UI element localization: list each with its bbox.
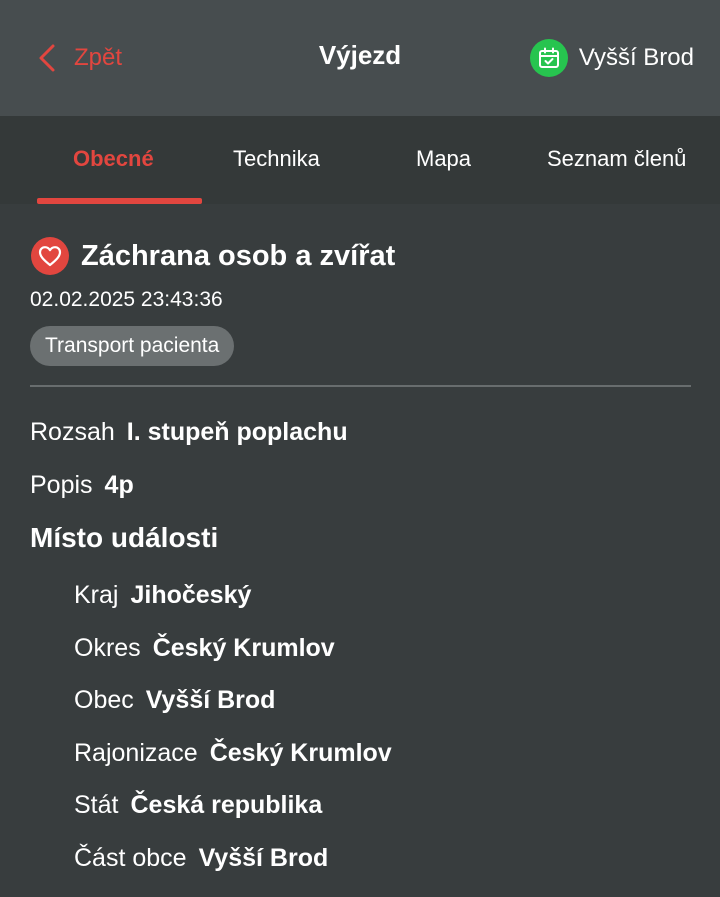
field-value: Vyšší Brod [198,844,329,872]
station-label: Vyšší Brod [578,44,694,71]
location-field-okres: Okres Český Krumlov [74,634,335,663]
incident-datetime: 02.02.2025 23:43:36 [30,288,223,311]
detail-popis: Popis 4p [30,471,134,500]
tab-seznam-clenu[interactable]: Seznam členů [547,116,686,204]
field-label: Část obce [74,844,187,872]
field-label: Obec [74,686,134,714]
detail-label: Rozsah [30,418,115,446]
location-section-title: Místo události [30,522,219,553]
incident-title: Záchrana osob a zvířat [81,239,396,272]
detail-rozsah: Rozsah I. stupeň poplachu [30,418,348,447]
field-value: Jihočeský [130,581,252,609]
incident-heading: Záchrana osob a zvířat [31,237,395,275]
active-tab-indicator [37,198,202,204]
detail-label: Popis [30,471,93,499]
calendar-check-icon [529,39,568,77]
location-field-kraj: Kraj Jihočeský [74,581,251,610]
field-label: Rajonizace [74,739,198,767]
location-field-cast-obce: Část obce Vyšší Brod [74,844,328,873]
divider [30,385,691,387]
tab-obecne[interactable]: Obecné [73,116,154,204]
top-app-bar: Zpět Výjezd Vyšší Brod [0,0,720,116]
detail-value: I. stupeň poplachu [126,418,348,446]
location-field-rajonizace: Rajonizace Český Krumlov [74,739,392,768]
field-value: Česká republika [130,791,323,819]
field-value: Český Krumlov [209,739,392,767]
field-value: Český Krumlov [152,634,335,662]
tab-mapa[interactable]: Mapa [416,116,471,204]
tab-technika[interactable]: Technika [233,116,320,204]
detail-value: 4p [104,471,134,499]
field-value: Vyšší Brod [145,686,276,714]
location-field-stat: Stát Česká republika [74,791,322,820]
field-label: Okres [74,634,141,662]
heart-icon [31,237,69,275]
incident-tag: Transport pacienta [30,326,235,366]
field-label: Stát [74,791,119,819]
field-label: Kraj [74,581,119,609]
station-selector[interactable]: Vyšší Brod [529,37,694,79]
tab-bar: Obecné Technika Mapa Seznam členů [0,116,720,204]
location-field-obec: Obec Vyšší Brod [74,686,275,715]
